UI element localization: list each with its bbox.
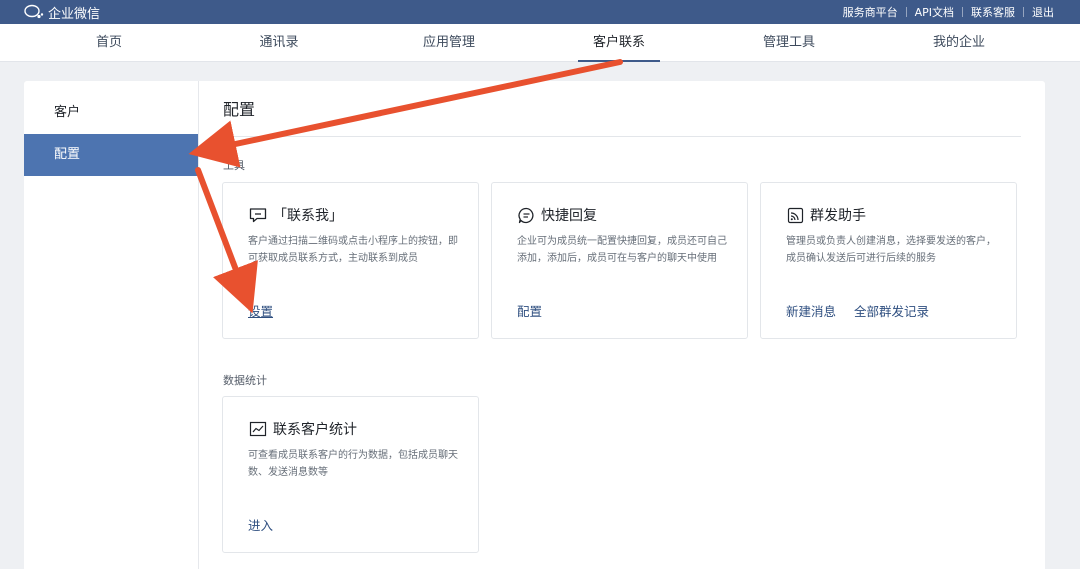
card-title: 联系客户统计 [273,422,357,438]
card-actions: 进入 [248,515,291,534]
stats-chart-icon [249,421,267,437]
card-header: 快捷回复 [518,205,597,225]
title-divider [223,136,1021,137]
content-area: 配置 [223,81,1021,137]
chat-bubble-icon [249,208,267,223]
top-header-bar: 企业微信 服务商平台 API文档 联系客服 退出 [0,0,1080,24]
card-contact-me: 「联系我」 客户通过扫描二维码或点击小程序上的按钮，即可获取成员联系方式，主动联… [222,182,479,339]
card-actions: 设置 [248,301,291,320]
card-title: 快捷回复 [541,208,597,224]
card-header: 群发助手 [787,205,866,225]
enter-link[interactable]: 进入 [248,515,273,534]
header-links: 服务商平台 API文档 联系客服 退出 [843,4,1054,20]
main-nav: 首页 通讯录 应用管理 客户联系 管理工具 我的企业 [0,24,1080,62]
main-panel: 客户 配置 配置 工具 「联系我」 客户通过扫描二维码或点击小程序上的按钮，即可… [24,81,1045,569]
all-broadcast-records-link[interactable]: 全部群发记录 [854,301,929,320]
card-description: 企业可为成员统一配置快捷回复，成员还可自己添加，添加后，成员可在与客户的聊天中使… [517,236,727,264]
new-message-link[interactable]: 新建消息 [786,301,836,320]
quick-reply-icon [518,207,534,223]
card-quick-reply: 快捷回复 企业可为成员统一配置快捷回复，成员还可自己添加，添加后，成员可在与客户… [491,182,748,339]
card-description: 客户通过扫描二维码或点击小程序上的按钮，即可获取成员联系方式，主动联系到成员 [248,236,458,264]
card-description: 管理员或负责人创建消息，选择要发送的客户，成员确认发送后可进行后续的服务 [786,236,996,264]
section-title-statistics: 数据统计 [223,374,267,387]
contact-support-link[interactable]: 联系客服 [971,4,1015,20]
card-actions: 新建消息 全部群发记录 [786,301,947,320]
sidebar-item-config[interactable]: 配置 [24,134,198,176]
page-title: 配置 [223,100,256,119]
nav-home[interactable]: 首页 [96,24,122,62]
sidebar-item-customers[interactable]: 客户 [24,92,198,134]
card-actions: 配置 [517,301,560,320]
card-header: 「联系我」 [249,205,343,225]
brand[interactable]: 企业微信 [24,3,100,22]
section-title-tools: 工具 [223,159,245,172]
nav-contacts[interactable]: 通讯录 [259,24,298,62]
service-provider-link[interactable]: 服务商平台 [843,4,898,20]
nav-app-management[interactable]: 应用管理 [423,24,475,62]
configure-link[interactable]: 配置 [517,301,542,320]
card-mass-message: 群发助手 管理员或负责人创建消息，选择要发送的客户，成员确认发送后可进行后续的服… [760,182,1017,339]
card-contact-stats: 联系客户统计 可查看成员联系客户的行为数据，包括成员聊天数、发送消息数等 进入 [222,396,479,553]
link-divider [962,7,963,17]
link-divider [1023,7,1024,17]
wecom-logo-icon [24,4,44,19]
card-title: 群发助手 [810,208,866,224]
sidebar: 客户 配置 [24,81,199,569]
link-divider [905,7,907,17]
broadcast-icon [787,207,804,223]
card-title: 「联系我」 [273,208,343,224]
nav-customer-contact[interactable]: 客户联系 [577,24,661,62]
api-docs-link[interactable]: API文档 [915,4,954,20]
logout-link[interactable]: 退出 [1032,4,1054,20]
nav-my-enterprise[interactable]: 我的企业 [933,24,985,62]
card-description: 可查看成员联系客户的行为数据，包括成员聊天数、发送消息数等 [248,450,458,478]
settings-link[interactable]: 设置 [248,301,273,320]
nav-management-tools[interactable]: 管理工具 [763,24,815,62]
brand-name: 企业微信 [48,6,101,22]
card-header: 联系客户统计 [249,419,357,439]
